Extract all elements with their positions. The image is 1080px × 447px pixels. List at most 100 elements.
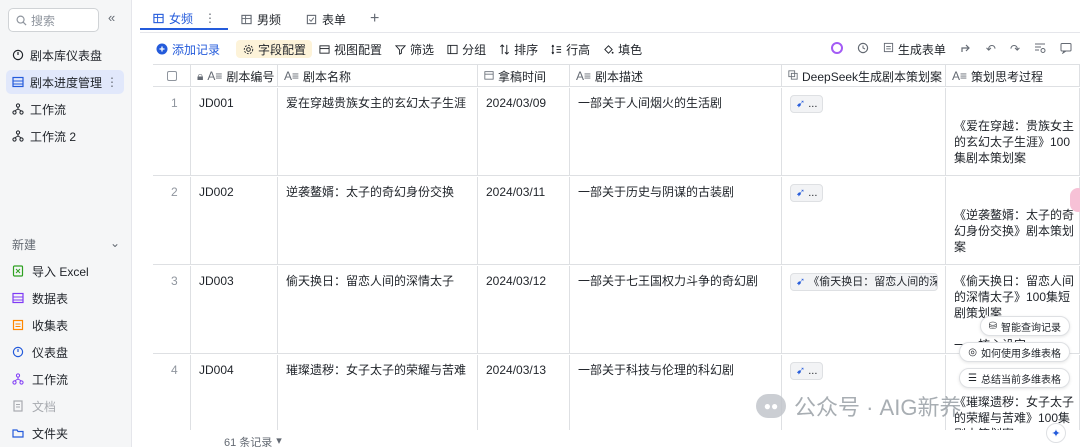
new-folder[interactable]: 文件夹 [12,423,68,443]
more-icon[interactable]: ⋮ [204,11,216,25]
cell-desc[interactable]: 一部关于科技与伦理的科幻剧 [570,355,782,430]
excel-icon [12,265,24,277]
view-config-label: 视图配置 [334,42,383,57]
cell-thinking[interactable]: 《爱在穿越：贵族女主的玄幻太子生涯》100集剧本策划案 ... [946,88,1080,176]
table-row[interactable]: 3 JD003 偷天换日：留恋人间的深情太子 2024/03/12 一部关于七王… [153,266,1080,354]
ai-result-chip[interactable]: ➹... [790,362,824,380]
form-icon [883,42,894,56]
cell-thinking[interactable]: 《逆袭鳌婿：太子的奇幻身份交换》剧本策划案 一、核心设定... [946,177,1080,265]
sidebar: 搜索 « 剧本库仪表盘 剧本进度管理 ⋮ 工作流 工作流 2 新建 ⌄ 导入 E… [0,0,132,447]
search-box[interactable]: 搜索 [8,8,99,32]
new-section-header[interactable]: 新建 ⌄ [12,236,120,253]
history-icon[interactable] [857,42,869,57]
column-header-date[interactable]: 拿稿时间 [478,65,570,87]
tab-form[interactable]: 表单 [293,8,358,30]
row-height-label: 行高 [566,42,591,57]
new-form[interactable]: 收集表 [12,315,68,335]
cell-desc[interactable]: 一部关于历史与阴谋的古装剧 [570,177,782,265]
cell-id[interactable]: JD004 [191,355,278,430]
column-header-name[interactable]: A≡ 剧本名称 [278,65,478,87]
comment-icon[interactable] [1060,42,1072,57]
cell-date[interactable]: 2024/03/11 [478,177,570,265]
ai-result-text: ... [808,98,818,110]
ai-result-chip[interactable]: ➹ 《偷天换日：留恋人间的深... [790,273,938,291]
search-records-icon[interactable] [1034,42,1046,57]
cell-name[interactable]: 璀璨遗秽：女子太子的荣耀与苦难 [278,355,478,430]
sidebar-item-dashboard[interactable]: 剧本库仪表盘 [6,43,124,67]
cell-deepseek[interactable]: ➹... [782,177,946,265]
watermark-text: 公众号 · AIG新养 [794,395,962,420]
collapse-sidebar-icon[interactable]: « [108,10,115,25]
cell-date[interactable]: 2024/03/12 [478,266,570,354]
ai-result-chip[interactable]: ➹... [790,184,824,202]
undo-icon[interactable]: ↶ [986,42,996,56]
summarize-button[interactable]: ☰ 总结当前多维表格 [959,368,1070,388]
smart-query-button[interactable]: ⛁ 智能查询记录 [979,316,1070,336]
cell-name[interactable]: 爱在穿越贵族女主的玄幻太子生涯 [278,88,478,176]
cell-date[interactable]: 2024/03/09 [478,88,570,176]
watermark: ●● 公众号 · AIG新养 [756,390,961,422]
new-import-excel[interactable]: 导入 Excel [12,261,89,281]
cell-thinking[interactable]: 《璀璨遗秽：女子太子的荣耀与苦难》100集剧本策划案 [946,355,1080,430]
ai-assistant-icon[interactable] [830,41,843,57]
fill-color-button[interactable]: 填色 [596,40,648,58]
view-config-button[interactable]: 视图配置 [312,40,388,58]
workflow-icon [12,130,24,142]
field-config-label: 字段配置 [258,42,307,57]
ai-result-chip[interactable]: ➹... [790,95,824,113]
cell-desc[interactable]: 一部关于人间烟火的生活剧 [570,88,782,176]
cell-name[interactable]: 逆袭鳌婿：太子的奇幻身份交换 [278,177,478,265]
workflow-icon [12,373,24,385]
sidebar-item-label: 工作流 [30,102,67,117]
side-handle[interactable] [1070,188,1080,212]
new-dashboard[interactable]: 仪表盘 [12,342,68,362]
table-row[interactable]: 1 JD001 爱在穿越贵族女主的玄幻太子生涯 2024/03/09 一部关于人… [153,88,1080,176]
more-icon[interactable]: ⋮ [106,75,118,89]
ai-spark-icon: ➹ [796,276,806,288]
sidebar-item-workflow[interactable]: 工作流 [6,97,124,121]
sort-button[interactable]: 排序 [492,40,544,58]
column-header-id[interactable]: 🔒︎ A≡ 剧本编号 [191,65,278,87]
record-count-label: 61 条记录 [224,437,273,447]
ai-result-text: ... [808,187,818,199]
tab-female[interactable]: 女频 ⋮ [140,8,229,30]
how-to-use-button[interactable]: ◎ 如何使用多维表格 [959,342,1070,362]
new-doc[interactable]: 文档 [12,396,56,416]
cell-id[interactable]: JD001 [191,88,278,176]
cell-deepseek[interactable]: ➹ 《偷天换日：留恋人间的深... [782,266,946,354]
ai-sparkle-icon[interactable]: ✦ [1046,423,1066,443]
column-header-desc[interactable]: A≡ 剧本描述 [570,65,782,87]
cell-thinking[interactable]: 《偷天换日：留恋人间的深情太子》100集短剧策划案 一、核心设定 世界观 [946,266,1080,354]
filter-button[interactable]: 筛选 [388,40,440,58]
sort-icon [498,43,510,55]
column-header-deepseek[interactable]: DeepSeek生成剧本策划案 AI [782,65,946,87]
select-all-checkbox[interactable] [153,65,191,87]
add-tab-button[interactable]: + [358,8,391,30]
record-count[interactable]: 61 条记录 ▾ [224,434,282,447]
column-header-thinking[interactable]: A≡ 策划思考过程 [946,65,1080,87]
new-datatable[interactable]: 数据表 [12,288,68,308]
cell-desc[interactable]: 一部关于七王国权力斗争的奇幻剧 [570,266,782,354]
row-height-button[interactable]: 行高 [544,40,596,58]
add-record-label: 添加记录 [172,42,221,57]
group-label: 分组 [462,42,487,57]
add-record-button[interactable]: 添加记录 [150,40,226,58]
cell-date[interactable]: 2024/03/13 [478,355,570,430]
search-icon [15,14,27,26]
sidebar-item-workflow-2[interactable]: 工作流 2 [6,124,124,148]
group-button[interactable]: 分组 [440,40,492,58]
generate-form-button[interactable]: 生成表单 [883,41,946,58]
new-workflow[interactable]: 工作流 [12,369,68,389]
row-number: 1 [153,88,191,176]
redo-icon[interactable]: ↷ [1010,42,1020,56]
cell-name[interactable]: 偷天换日：留恋人间的深情太子 [278,266,478,354]
table-row[interactable]: 2 JD002 逆袭鳌婿：太子的奇幻身份交换 2024/03/11 一部关于历史… [153,177,1080,265]
share-icon[interactable] [960,42,972,57]
cell-deepseek[interactable]: ➹... [782,88,946,176]
tab-male[interactable]: 男频 [228,8,293,30]
grid-icon [152,12,164,24]
sidebar-item-progress[interactable]: 剧本进度管理 ⋮ [6,70,124,94]
field-config-button[interactable]: 字段配置 [236,40,313,58]
cell-id[interactable]: JD003 [191,266,278,354]
cell-id[interactable]: JD002 [191,177,278,265]
